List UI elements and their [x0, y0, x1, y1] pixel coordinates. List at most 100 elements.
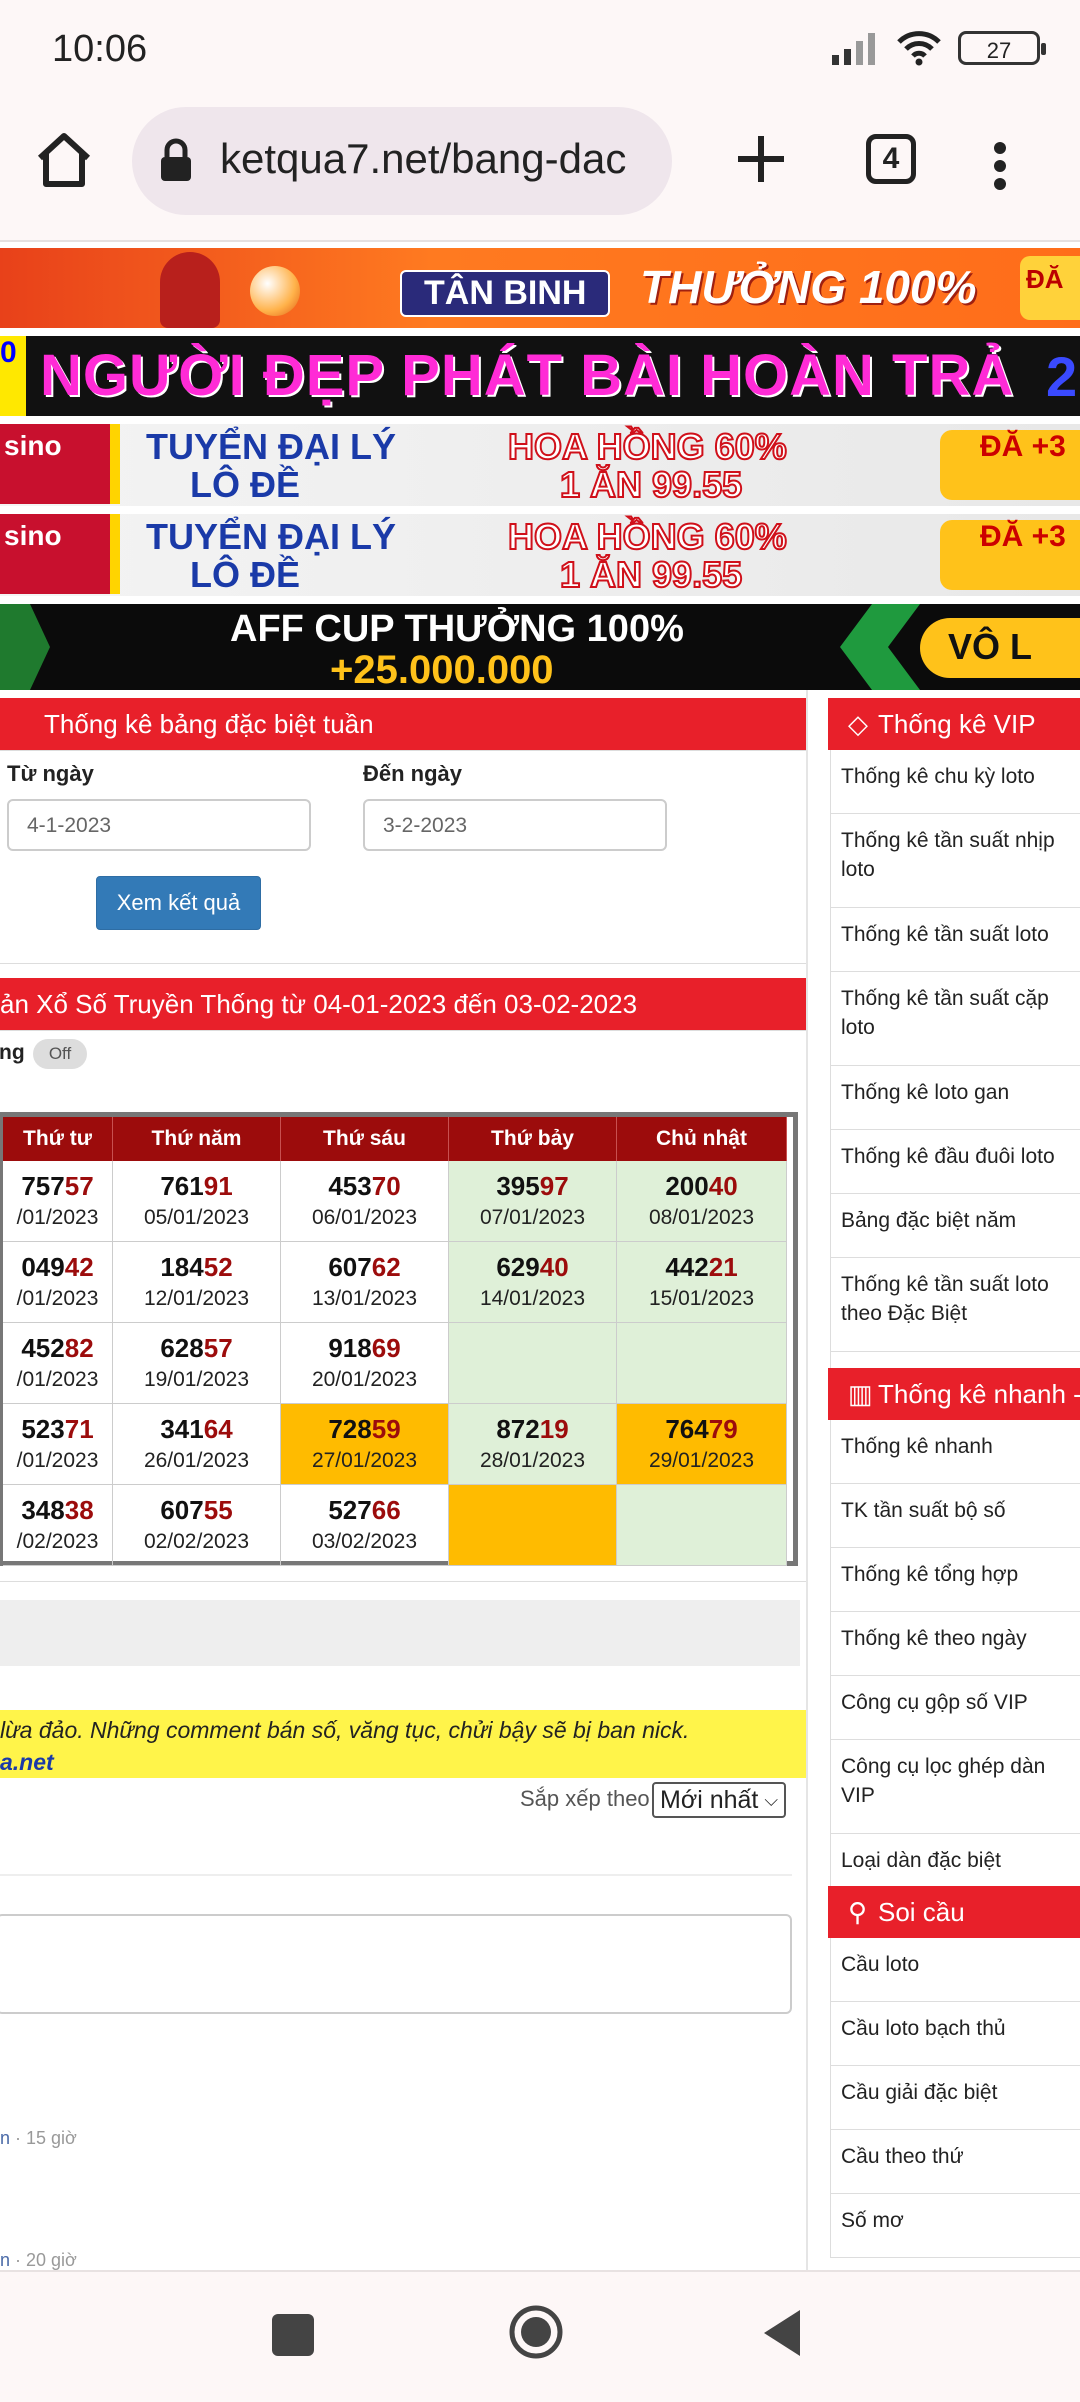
sidebar-link-label: Cầu giải đặc biệt — [841, 2081, 998, 2104]
banner-line: TUYỂN ĐẠI LÝ — [146, 516, 397, 557]
comment-meta: n · 20 giờ — [0, 2250, 77, 2271]
sidebar-link-label: Thống kê tần suất loto theo Đặc Biệt — [841, 1273, 1049, 1325]
overflow-menu-icon[interactable] — [980, 130, 1020, 200]
banner-cut: ĐĂ +3 — [940, 430, 1080, 500]
banner-pill: TÂN BINH — [400, 270, 611, 317]
number-tail: 38 — [64, 1495, 94, 1525]
number-tail: 57 — [203, 1333, 233, 1363]
sidebar-link-label: Thống kê tần suất loto — [841, 923, 1049, 946]
result-cell: 62857 19/01/2023 — [113, 1323, 281, 1404]
banner-right: 2 — [1046, 345, 1078, 408]
sidebar-link[interactable]: Công cụ gộp số VIP — [830, 1676, 1080, 1740]
browser-toolbar: ketqua7.net/bang-dac 4 — [0, 100, 1080, 242]
ad-banner-hoan-tra[interactable]: 0 NGƯỜI ĐẸP PHÁT BÀI HOÀN TRẢ 2 — [0, 336, 1080, 416]
ad-banner-aff-cup[interactable]: AFF CUP THƯỞNG 100% +25.000.000 VÔ L — [0, 604, 1080, 690]
banner-line: TUYỂN ĐẠI LÝ — [146, 426, 397, 467]
sidebar-link[interactable]: Cầu giải đặc biệt — [830, 2066, 1080, 2130]
ad-banner-dai-ly-2[interactable]: sino TUYỂN ĐẠI LÝ HOA HỒNG 60% LÔ ĐỀ 1 Ă… — [0, 514, 1080, 596]
sidebar-link[interactable]: TK tần suất bộ số — [830, 1484, 1080, 1548]
sidebar-link[interactable]: Thống kê tần suất cặp loto — [830, 972, 1080, 1066]
number-head: 452 — [21, 1333, 65, 1363]
system-nav-bar — [0, 2270, 1080, 2402]
back-icon[interactable] — [760, 2308, 804, 2358]
comment-user[interactable]: n — [0, 2250, 10, 2270]
sidebar-link[interactable]: Bảng đặc biệt năm — [830, 1194, 1080, 1258]
result-cell: 18452 12/01/2023 — [113, 1242, 281, 1323]
sidebar-link[interactable]: Thống kê tần suất loto theo Đặc Biệt — [830, 1258, 1080, 1352]
sidebar-link-label: Thống kê theo ngày — [841, 1627, 1027, 1650]
number-head: 757 — [21, 1171, 65, 1201]
toggle-label: ng — [0, 1041, 25, 1064]
comment-user[interactable]: n — [0, 2128, 10, 2148]
number-head: 607 — [160, 1495, 204, 1525]
result-number: 76479 — [617, 1414, 786, 1445]
sidebar-link[interactable]: Cầu loto — [830, 1938, 1080, 2002]
comment-divider — [0, 1600, 800, 1666]
sidebar-link[interactable]: Thống kê theo ngày — [830, 1612, 1080, 1676]
tab-switcher-button[interactable]: 4 — [866, 134, 916, 184]
result-date: 27/01/2023 — [311, 1449, 418, 1472]
home-nav-icon[interactable] — [508, 2304, 564, 2360]
player-image — [160, 252, 220, 328]
sidebar-link[interactable]: Thống kê đầu đuôi loto — [830, 1130, 1080, 1194]
lock-icon — [161, 138, 191, 181]
result-date: 06/01/2023 — [311, 1206, 418, 1229]
result-number: 75757 — [3, 1171, 112, 1202]
sort-value: Mới nhất — [660, 1786, 759, 1814]
sidebar-link[interactable]: Thống kê nhanh — [830, 1420, 1080, 1484]
sidebar-link[interactable]: Cầu theo thứ — [830, 2130, 1080, 2194]
result-cell: 04942/01/2023 — [3, 1242, 113, 1323]
ad-banner-tan-binh[interactable]: TÂN BINH THƯỞNG 100% ĐĂ — [0, 248, 1080, 328]
comment-textarea[interactable] — [0, 1914, 792, 2014]
result-date: 26/01/2023 — [143, 1449, 250, 1472]
result-date: /02/2023 — [16, 1530, 99, 1553]
sidebar-link[interactable]: Thống kê chu kỳ loto — [830, 750, 1080, 814]
sidebar-link[interactable]: Thống kê tổng hợp — [830, 1548, 1080, 1612]
banner-line: 1 ĂN 99.55 — [559, 463, 743, 506]
view-results-button[interactable]: Xem kết quả — [96, 876, 261, 930]
to-label: Đến ngày — [363, 761, 463, 786]
result-cell: 76479 29/01/2023 — [617, 1404, 787, 1485]
sidebar-link[interactable]: Thống kê tần suất loto — [830, 908, 1080, 972]
banner-cut: VÔ L — [920, 618, 1080, 678]
result-cell: 76191 05/01/2023 — [113, 1161, 281, 1242]
from-date-input[interactable]: 4-1-2023 — [7, 799, 311, 851]
number-head: 200 — [665, 1171, 709, 1201]
sort-select[interactable]: Mới nhất ⌵ — [652, 1782, 786, 1818]
result-cell: 52371/01/2023 — [3, 1404, 113, 1485]
address-bar[interactable]: ketqua7.net/bang-dac — [132, 107, 672, 215]
result-cell: 44221 15/01/2023 — [617, 1242, 787, 1323]
new-tab-icon[interactable] — [728, 126, 794, 192]
sidebar-link[interactable]: Công cụ lọc ghép dàn VIP — [830, 1740, 1080, 1834]
recents-icon[interactable] — [272, 2314, 314, 2356]
chevron-left-icon — [840, 604, 920, 690]
sidebar-link[interactable]: Số mơ — [830, 2194, 1080, 2258]
result-number: 44221 — [617, 1252, 786, 1283]
toggle-switch[interactable]: Off — [33, 1039, 87, 1069]
diamond-icon: ◇ — [848, 709, 868, 739]
result-date: 28/01/2023 — [479, 1449, 586, 1472]
number-head: 629 — [496, 1252, 540, 1282]
number-head: 453 — [328, 1171, 372, 1201]
result-cell — [449, 1485, 617, 1566]
home-icon[interactable] — [30, 126, 98, 194]
number-tail: 66 — [371, 1495, 401, 1525]
ad-banner-dai-ly-1[interactable]: sino TUYỂN ĐẠI LÝ HOA HỒNG 60% LÔ ĐỀ 1 Ă… — [0, 424, 1080, 506]
sidebar-link[interactable]: Thống kê loto gan — [830, 1066, 1080, 1130]
sidebar-link[interactable]: Cầu loto bạch thủ — [830, 2002, 1080, 2066]
banner-line: HOA HỒNG 60% — [507, 515, 788, 558]
number-tail: 57 — [64, 1171, 94, 1201]
result-cell: 34164 26/01/2023 — [113, 1404, 281, 1485]
banner-line: HOA HỒNG 60% — [507, 425, 788, 468]
football-icon — [250, 266, 300, 316]
sidebar-link-label: Số mơ — [841, 2209, 904, 2232]
number-tail: 55 — [203, 1495, 233, 1525]
result-date: 20/01/2023 — [311, 1368, 418, 1391]
to-date-input[interactable]: 3-2-2023 — [363, 799, 667, 851]
number-head: 728 — [328, 1414, 372, 1444]
result-date: 12/01/2023 — [143, 1287, 250, 1310]
result-cell: 45370 06/01/2023 — [281, 1161, 449, 1242]
result-cell: 75757/01/2023 — [3, 1161, 113, 1242]
sidebar-link[interactable]: Thống kê tần suất nhịp loto — [830, 814, 1080, 908]
sidebar-link-label: Cầu theo thứ — [841, 2145, 964, 2168]
